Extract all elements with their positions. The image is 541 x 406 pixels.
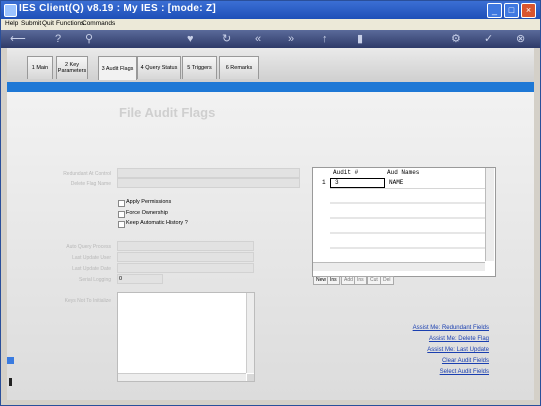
- last-update-user-label: Last Update User: [72, 255, 111, 261]
- tab-remarks[interactable]: 6 Remarks: [219, 56, 259, 79]
- stop-icon[interactable]: ▮: [357, 33, 363, 45]
- confirm-icon[interactable]: ✓: [484, 33, 493, 45]
- force-ownership-checkbox[interactable]: [118, 211, 125, 218]
- fast-forward-icon[interactable]: »: [288, 33, 294, 45]
- keys-not-to-initialize-textarea[interactable]: [117, 292, 255, 382]
- menu-commands[interactable]: Commands: [82, 20, 115, 27]
- assist-redundant-link[interactable]: Assist Me: Redundant Fields: [413, 325, 489, 331]
- row-number: 1: [322, 179, 326, 186]
- close-form-icon[interactable]: ⊗: [516, 33, 525, 45]
- auto-query-field[interactable]: [117, 241, 254, 251]
- help-icon[interactable]: ?: [55, 33, 61, 45]
- textarea-vertical-scrollbar[interactable]: [246, 293, 254, 373]
- serial-logging-label: Serial Logging: [79, 277, 111, 283]
- maximize-button[interactable]: □: [504, 3, 519, 18]
- clear-audit-fields-link[interactable]: Clear Audit Fields: [442, 358, 489, 364]
- assist-delete-flag-link[interactable]: Assist Me: Delete Flag: [429, 336, 489, 342]
- keep-history-checkbox[interactable]: [118, 221, 125, 228]
- delete-flag-field[interactable]: [117, 178, 300, 188]
- grid-row-line: [330, 232, 486, 234]
- toolbar: ⟵ ? ⚲ ♥ ↻ « » ↑ ▮ ⚙ ✓ ⊗: [1, 30, 540, 48]
- delete-flag-label: Delete Flag Name: [70, 181, 111, 187]
- refresh-icon[interactable]: ↻: [222, 33, 231, 45]
- bookmark-icon[interactable]: [9, 378, 12, 386]
- grid-row-line: [330, 202, 486, 204]
- tab-main[interactable]: 1 Main: [27, 56, 53, 79]
- grid-vertical-scrollbar[interactable]: [485, 168, 494, 261]
- accent-band: [7, 82, 534, 92]
- textarea-scroll-corner: [247, 374, 254, 381]
- search-icon[interactable]: ⚲: [85, 33, 93, 45]
- window-title: IES Client(Q) v8.19 : My IES : [mode: Z]: [19, 3, 217, 14]
- grid-insert-button[interactable]: Ins: [354, 276, 367, 285]
- menu-submit[interactable]: Submit: [21, 20, 41, 27]
- assist-last-update-link[interactable]: Assist Me: Last Update: [427, 347, 489, 353]
- column-header-audit[interactable]: Audit #: [333, 169, 358, 176]
- info-icon[interactable]: [7, 357, 14, 364]
- auto-query-label: Auto Query Process: [66, 244, 111, 250]
- close-button[interactable]: ×: [521, 3, 536, 18]
- menu-help[interactable]: Help: [5, 20, 18, 27]
- redundant-field[interactable]: [117, 168, 300, 178]
- settings-icon[interactable]: ⚙: [451, 33, 461, 45]
- favorite-icon[interactable]: ♥: [187, 33, 194, 45]
- grid-cut-button[interactable]: Cut: [367, 276, 381, 285]
- force-ownership-label: Force Ownership: [126, 210, 168, 216]
- grid-del-button[interactable]: Del: [380, 276, 394, 285]
- audit-number-cell[interactable]: 3: [330, 178, 385, 188]
- app-icon: [4, 4, 17, 17]
- grid-row-line: [330, 217, 486, 219]
- tab-key-parameters[interactable]: 2 Key Parameters: [56, 56, 88, 79]
- side-toolbar: [7, 357, 16, 387]
- back-arrow-icon[interactable]: ⟵: [10, 33, 26, 45]
- keys-not-to-initialize-label: Keys Not To Initialize: [64, 298, 111, 304]
- tab-triggers[interactable]: 5 Triggers: [182, 56, 217, 79]
- tab-audit-flags[interactable]: 3 Audit Flags: [98, 56, 137, 80]
- column-header-aud-names[interactable]: Aud Names: [387, 169, 419, 176]
- grid-row-line: [330, 188, 493, 189]
- minimize-button[interactable]: _: [487, 3, 502, 18]
- audit-name-cell[interactable]: NAME: [389, 179, 403, 186]
- last-update-date-label: Last Update Date: [72, 266, 111, 272]
- serial-logging-field[interactable]: 0: [117, 274, 163, 284]
- menu-bar: Help Submit Quit Functions Commands: [1, 19, 540, 30]
- last-update-date-field[interactable]: [117, 263, 254, 273]
- keep-history-label: Keep Automatic History ?: [126, 220, 188, 226]
- menu-functions[interactable]: Functions: [56, 20, 84, 27]
- audit-names-grid: Audit # Aud Names 1 3 NAME: [312, 167, 496, 277]
- title-bar: IES Client(Q) v8.19 : My IES : [mode: Z]…: [1, 1, 540, 19]
- menu-quit[interactable]: Quit: [42, 20, 54, 27]
- application-window: IES Client(Q) v8.19 : My IES : [mode: Z]…: [0, 0, 541, 406]
- grid-row-line: [330, 247, 486, 249]
- last-update-user-field[interactable]: [117, 252, 254, 262]
- grid-horizontal-scrollbar[interactable]: [313, 262, 485, 271]
- up-arrow-icon[interactable]: ↑: [322, 33, 328, 45]
- rewind-icon[interactable]: «: [255, 33, 261, 45]
- select-audit-fields-link[interactable]: Select Audit Fields: [440, 369, 489, 375]
- tab-query-status[interactable]: 4 Query Status: [137, 56, 181, 79]
- page-title: File Audit Flags: [119, 105, 216, 120]
- grid-ins-button[interactable]: Ins: [327, 276, 340, 285]
- redundant-label: Redundant At Control: [63, 171, 111, 177]
- audit-number-value: 3: [335, 179, 339, 186]
- textarea-horizontal-scrollbar[interactable]: [118, 373, 246, 381]
- apply-permissions-label: Apply Permissions: [126, 199, 172, 205]
- apply-permissions-checkbox[interactable]: [118, 200, 125, 207]
